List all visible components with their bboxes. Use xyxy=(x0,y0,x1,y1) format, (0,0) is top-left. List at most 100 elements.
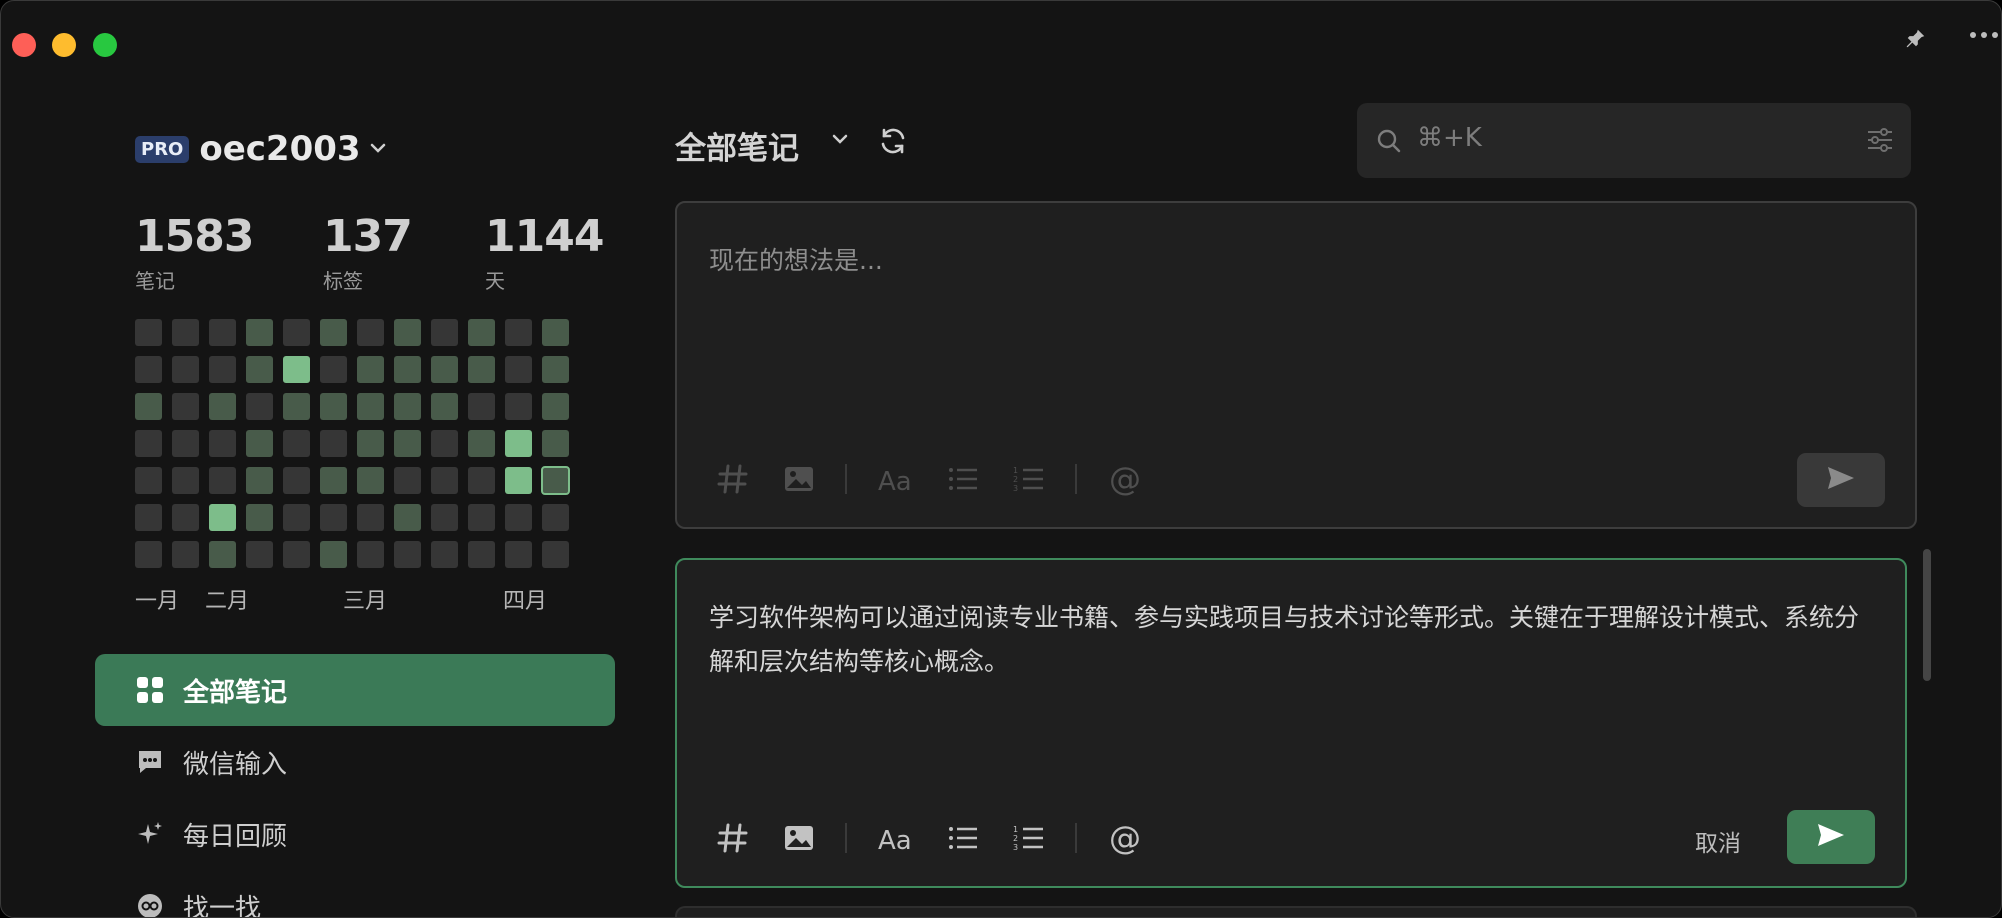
image-icon[interactable] xyxy=(779,459,819,499)
send-button[interactable] xyxy=(1797,453,1885,507)
heatmap-cell[interactable] xyxy=(320,393,347,420)
heatmap-cell[interactable] xyxy=(283,393,310,420)
heatmap-cell[interactable] xyxy=(394,356,421,383)
heatmap-cell[interactable] xyxy=(542,430,569,457)
heatmap-cell[interactable] xyxy=(246,319,273,346)
heatmap-cell[interactable] xyxy=(209,356,236,383)
filter-icon[interactable] xyxy=(1865,125,1895,159)
heatmap-cell[interactable] xyxy=(246,430,273,457)
heatmap-cell[interactable] xyxy=(431,319,458,346)
heatmap-cell[interactable] xyxy=(209,319,236,346)
heatmap-cell[interactable] xyxy=(357,393,384,420)
heatmap-cell[interactable] xyxy=(135,319,162,346)
hashtag-icon[interactable] xyxy=(713,459,753,499)
heatmap-cell[interactable] xyxy=(394,393,421,420)
heatmap-cell[interactable] xyxy=(468,319,495,346)
heatmap-cell[interactable] xyxy=(135,504,162,531)
heatmap-cell[interactable] xyxy=(542,504,569,531)
heatmap-cell[interactable] xyxy=(394,319,421,346)
heatmap-cell[interactable] xyxy=(209,504,236,531)
heatmap-cell[interactable] xyxy=(283,319,310,346)
heatmap-cell[interactable] xyxy=(209,467,236,494)
heatmap-cell[interactable] xyxy=(320,319,347,346)
heatmap-cell[interactable] xyxy=(431,430,458,457)
heatmap-cell[interactable] xyxy=(172,467,199,494)
heatmap-cell[interactable] xyxy=(542,541,569,568)
heatmap-cell[interactable] xyxy=(283,504,310,531)
heatmap-cell[interactable] xyxy=(357,430,384,457)
edit-note-editor[interactable]: 学习软件架构可以通过阅读专业书籍、参与实践项目与技术讨论等形式。关键在于理解设计… xyxy=(675,558,1907,888)
heatmap-cell[interactable] xyxy=(283,430,310,457)
heatmap-cell[interactable] xyxy=(320,541,347,568)
heatmap-cell[interactable] xyxy=(246,393,273,420)
heatmap-cell[interactable] xyxy=(246,467,273,494)
close-window-button[interactable] xyxy=(12,33,36,57)
heatmap-cell[interactable] xyxy=(283,356,310,383)
heatmap-cell[interactable] xyxy=(505,356,532,383)
heatmap-cell[interactable] xyxy=(172,356,199,383)
text-format-icon[interactable]: Aa xyxy=(877,459,917,499)
mention-icon[interactable]: @ xyxy=(1107,818,1147,858)
bullet-list-icon[interactable] xyxy=(943,818,983,858)
heatmap-cell[interactable] xyxy=(283,467,310,494)
heatmap-cell[interactable] xyxy=(320,356,347,383)
heatmap-cell[interactable] xyxy=(209,541,236,568)
heatmap-cell[interactable] xyxy=(431,541,458,568)
heatmap-cell[interactable] xyxy=(505,504,532,531)
mention-icon[interactable]: @ xyxy=(1107,459,1147,499)
nav-item-daily-review[interactable]: 每日回顾 xyxy=(95,798,615,870)
chevron-down-icon[interactable] xyxy=(829,129,851,153)
heatmap-cell[interactable] xyxy=(357,467,384,494)
heatmap-cell[interactable] xyxy=(468,393,495,420)
heatmap-cell[interactable] xyxy=(357,356,384,383)
heatmap-cell[interactable] xyxy=(209,430,236,457)
image-icon[interactable] xyxy=(779,818,819,858)
heatmap-cell[interactable] xyxy=(135,356,162,383)
text-format-icon[interactable]: Aa xyxy=(877,818,917,858)
heatmap-cell[interactable] xyxy=(468,356,495,383)
numbered-list-icon[interactable]: 123 xyxy=(1009,818,1049,858)
heatmap-cell[interactable] xyxy=(135,467,162,494)
heatmap-cell[interactable] xyxy=(357,504,384,531)
heatmap-cell[interactable] xyxy=(468,504,495,531)
nav-item-explore[interactable]: 找一找 xyxy=(95,870,615,917)
heatmap-cell[interactable] xyxy=(246,541,273,568)
heatmap-cell[interactable] xyxy=(394,430,421,457)
heatmap-cell[interactable] xyxy=(431,393,458,420)
heatmap-cell[interactable] xyxy=(172,430,199,457)
zoom-window-button[interactable] xyxy=(93,33,117,57)
heatmap-cell[interactable] xyxy=(468,430,495,457)
heatmap-cell[interactable] xyxy=(431,467,458,494)
heatmap-cell[interactable] xyxy=(320,504,347,531)
cancel-button[interactable]: 取消 xyxy=(1695,824,1741,858)
heatmap-cell[interactable] xyxy=(172,319,199,346)
heatmap-cell[interactable] xyxy=(542,356,569,383)
minimize-window-button[interactable] xyxy=(52,33,76,57)
heatmap-cell[interactable] xyxy=(135,393,162,420)
heatmap-cell[interactable] xyxy=(135,430,162,457)
scrollbar[interactable] xyxy=(1923,549,1931,681)
heatmap-cell[interactable] xyxy=(172,504,199,531)
heatmap-cell[interactable] xyxy=(394,541,421,568)
heatmap-cell[interactable] xyxy=(357,541,384,568)
heatmap-cell[interactable] xyxy=(541,466,570,495)
nav-item-wechat-input[interactable]: 微信输入 xyxy=(95,726,615,798)
numbered-list-icon[interactable]: 123 xyxy=(1009,459,1049,499)
heatmap-cell[interactable] xyxy=(320,430,347,457)
send-button[interactable] xyxy=(1787,810,1875,864)
heatmap-cell[interactable] xyxy=(246,504,273,531)
new-note-editor[interactable]: 现在的想法是... Aa 123 @ xyxy=(675,201,1917,529)
heatmap-cell[interactable] xyxy=(505,541,532,568)
note-content[interactable]: 学习软件架构可以通过阅读专业书籍、参与实践项目与技术讨论等形式。关键在于理解设计… xyxy=(709,596,1869,684)
heatmap-cell[interactable] xyxy=(431,356,458,383)
heatmap-cell[interactable] xyxy=(320,467,347,494)
heatmap-cell[interactable] xyxy=(172,541,199,568)
account-switcher[interactable]: PRO oec2003 xyxy=(135,129,387,169)
heatmap-cell[interactable] xyxy=(209,393,236,420)
pin-icon[interactable] xyxy=(1905,27,1927,55)
more-icon[interactable] xyxy=(1969,23,1999,51)
heatmap-cell[interactable] xyxy=(135,541,162,568)
heatmap-cell[interactable] xyxy=(505,393,532,420)
heatmap-cell[interactable] xyxy=(505,319,532,346)
heatmap-cell[interactable] xyxy=(172,393,199,420)
